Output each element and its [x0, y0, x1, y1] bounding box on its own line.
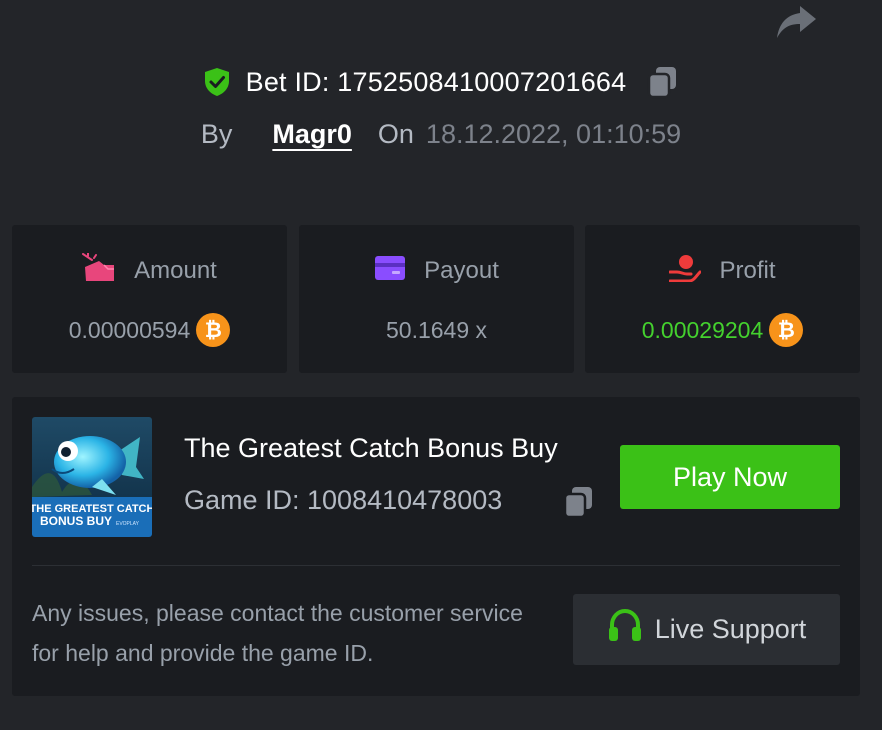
thumbnail-brand: EVOPLAY	[116, 521, 140, 527]
bitcoin-icon: ₿	[769, 313, 804, 347]
game-name[interactable]: The Greatest Catch Bonus Buy	[184, 433, 558, 464]
payout-label: Payout	[424, 257, 499, 284]
bitcoin-icon: ₿	[196, 313, 231, 347]
bet-author-row: By Magr0 On 18.12.2022, 01:10:59	[0, 112, 882, 156]
bet-id-row: Bet ID: 1752508410007201664	[0, 60, 882, 104]
share-icon[interactable]	[774, 2, 818, 42]
bet-amount-icon	[82, 251, 116, 290]
amount-value: 0.00000594	[68, 316, 191, 343]
card-icon	[374, 255, 406, 288]
profit-card: Profit 0.00029204 ₿	[585, 225, 860, 373]
username-link[interactable]: Magr0	[272, 119, 352, 150]
game-id-text: Game ID: 1008410478003	[184, 485, 503, 515]
copy-bet-id-icon[interactable]	[646, 65, 680, 99]
bet-datetime: 18.12.2022, 01:10:59	[425, 118, 682, 149]
divider	[32, 565, 840, 566]
live-support-label: Live Support	[654, 614, 807, 644]
payout-card: Payout 50.1649 x	[299, 225, 574, 373]
bet-id-text: Bet ID: 1752508410007201664	[245, 66, 627, 97]
on-label: On	[377, 118, 414, 149]
bet-details-page: Bet ID: 1752508410007201664 By Magr0 On …	[0, 0, 882, 730]
amount-label: Amount	[134, 257, 217, 284]
hand-coin-icon	[668, 254, 702, 289]
profit-label: Profit	[719, 257, 776, 284]
verified-shield-icon	[202, 67, 232, 97]
headset-icon	[607, 608, 643, 651]
payout-value: 50.1649 x	[385, 316, 488, 343]
profit-value: 0.00029204	[641, 316, 764, 343]
game-thumbnail[interactable]: THE GREATEST CATCH BONUS BUY EVOPLAY	[32, 417, 152, 537]
by-label: By	[200, 118, 233, 149]
help-text: Any issues, please contact the customer …	[32, 600, 523, 666]
amount-card: Amount 0.00000594 ₿	[12, 225, 287, 373]
live-support-button[interactable]: Live Support	[573, 594, 840, 665]
thumbnail-title-line2: BONUS BUY	[40, 514, 112, 528]
copy-game-id-icon[interactable]	[562, 485, 596, 519]
play-now-button[interactable]: Play Now	[620, 445, 840, 509]
game-card: THE GREATEST CATCH BONUS BUY EVOPLAY The…	[12, 397, 860, 696]
